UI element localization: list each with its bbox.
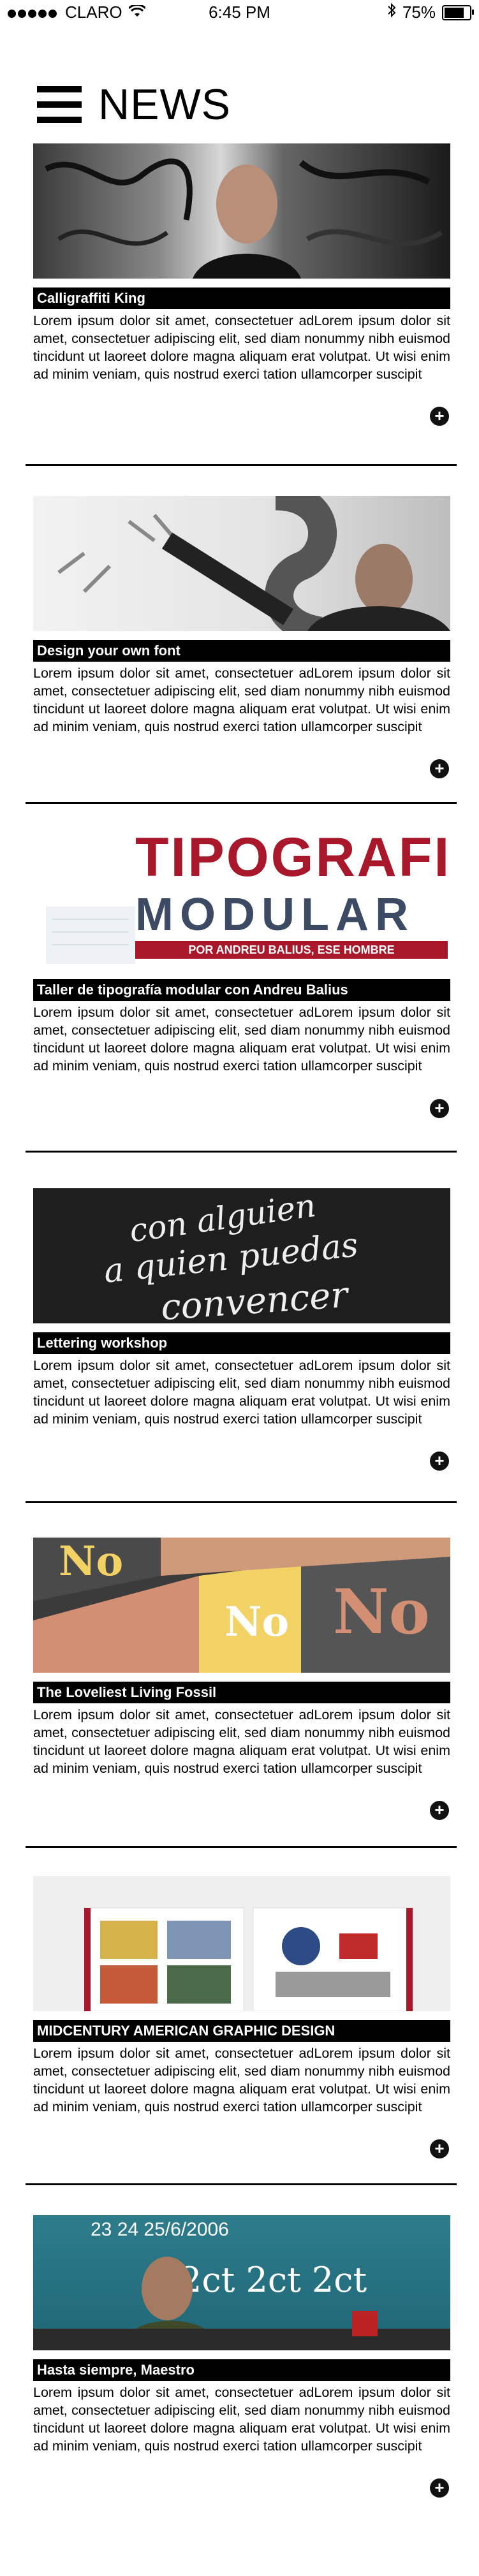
expand-icon[interactable]: + [430,2139,449,2158]
divider [26,1501,457,1503]
news-card[interactable]: TIPOGRAFIA MODULAR POR ANDREU BALIUS, ES… [33,824,450,1118]
image-mark-1: No [59,1538,124,1585]
expand-icon[interactable]: + [430,759,449,778]
image-caption: POR ANDREU BALIUS, ESE HOMBRE [135,941,448,959]
menu-icon[interactable] [37,86,82,123]
article-title: Taller de tipografía modular con Andreu … [33,979,450,1001]
article-title: The Loveliest Living Fossil [33,1682,450,1703]
divider [26,2183,457,2185]
expand-icon[interactable]: + [430,1099,449,1118]
article-title: Hasta siempre, Maestro [33,2359,450,2381]
app-header: NEWS [37,80,231,129]
article-image: No No No [33,1538,450,1673]
page-title: NEWS [98,80,231,129]
expand-icon[interactable]: + [430,1801,449,1820]
divider [26,1846,457,1848]
article-excerpt: Lorem ipsum dolor sit amet, consectetuer… [33,2385,450,2454]
news-card[interactable]: Design your own font Lorem ipsum dolor s… [33,496,450,778]
article-title: Calligraffiti King [33,287,450,309]
article-excerpt: Lorem ipsum dolor sit amet, consectetuer… [33,313,450,382]
article-excerpt: Lorem ipsum dolor sit amet, consectetuer… [33,1707,450,1776]
article-image [33,1876,450,2011]
news-card[interactable]: con alguien a quien puedas convencer Let… [33,1188,450,1471]
news-card[interactable]: Calligraffiti King Lorem ipsum dolor sit… [33,143,450,426]
divider [26,802,457,804]
article-title: MIDCENTURY AMERICAN GRAPHIC DESIGN [33,2020,450,2042]
article-image [33,496,450,631]
article-excerpt: Lorem ipsum dolor sit amet, consectetuer… [33,666,450,734]
divider [26,1151,457,1153]
article-excerpt: Lorem ipsum dolor sit amet, consectetuer… [33,2046,450,2114]
battery-icon [442,4,474,20]
bluetooth-icon [387,3,396,22]
expand-icon[interactable]: + [430,1452,449,1471]
article-title: Lettering workshop [33,1332,450,1354]
article-image: TIPOGRAFIA MODULAR POR ANDREU BALIUS, ES… [33,824,450,979]
news-card[interactable]: MIDCENTURY AMERICAN GRAPHIC DESIGN Lorem… [33,1876,450,2158]
article-image: 23 24 25/6/2006 2ct 2ct 2ct [33,2215,450,2350]
image-mark-2: No [225,1598,290,1646]
divider [26,464,457,466]
article-image: con alguien a quien puedas convencer [33,1188,450,1323]
article-image [33,143,450,279]
article-title: Design your own font [33,640,450,662]
status-bar: CLARO 6:45 PM 75% [0,0,479,25]
image-title: TIPOGRAFIA [135,827,450,888]
news-card[interactable]: 23 24 25/6/2006 2ct 2ct 2ct Hasta siempr… [33,2215,450,2498]
image-subtitle: MODULAR [135,889,415,940]
battery-percent: 75% [402,3,436,22]
expand-icon[interactable]: + [430,2478,449,2498]
article-excerpt: Lorem ipsum dolor sit amet, consectetuer… [33,1005,450,1073]
news-card[interactable]: No No No The Loveliest Living Fossil Lor… [33,1538,450,1820]
image-mark-3: No [333,1576,430,1648]
article-excerpt: Lorem ipsum dolor sit amet, consectetuer… [33,1358,450,1427]
expand-icon[interactable]: + [430,407,449,426]
